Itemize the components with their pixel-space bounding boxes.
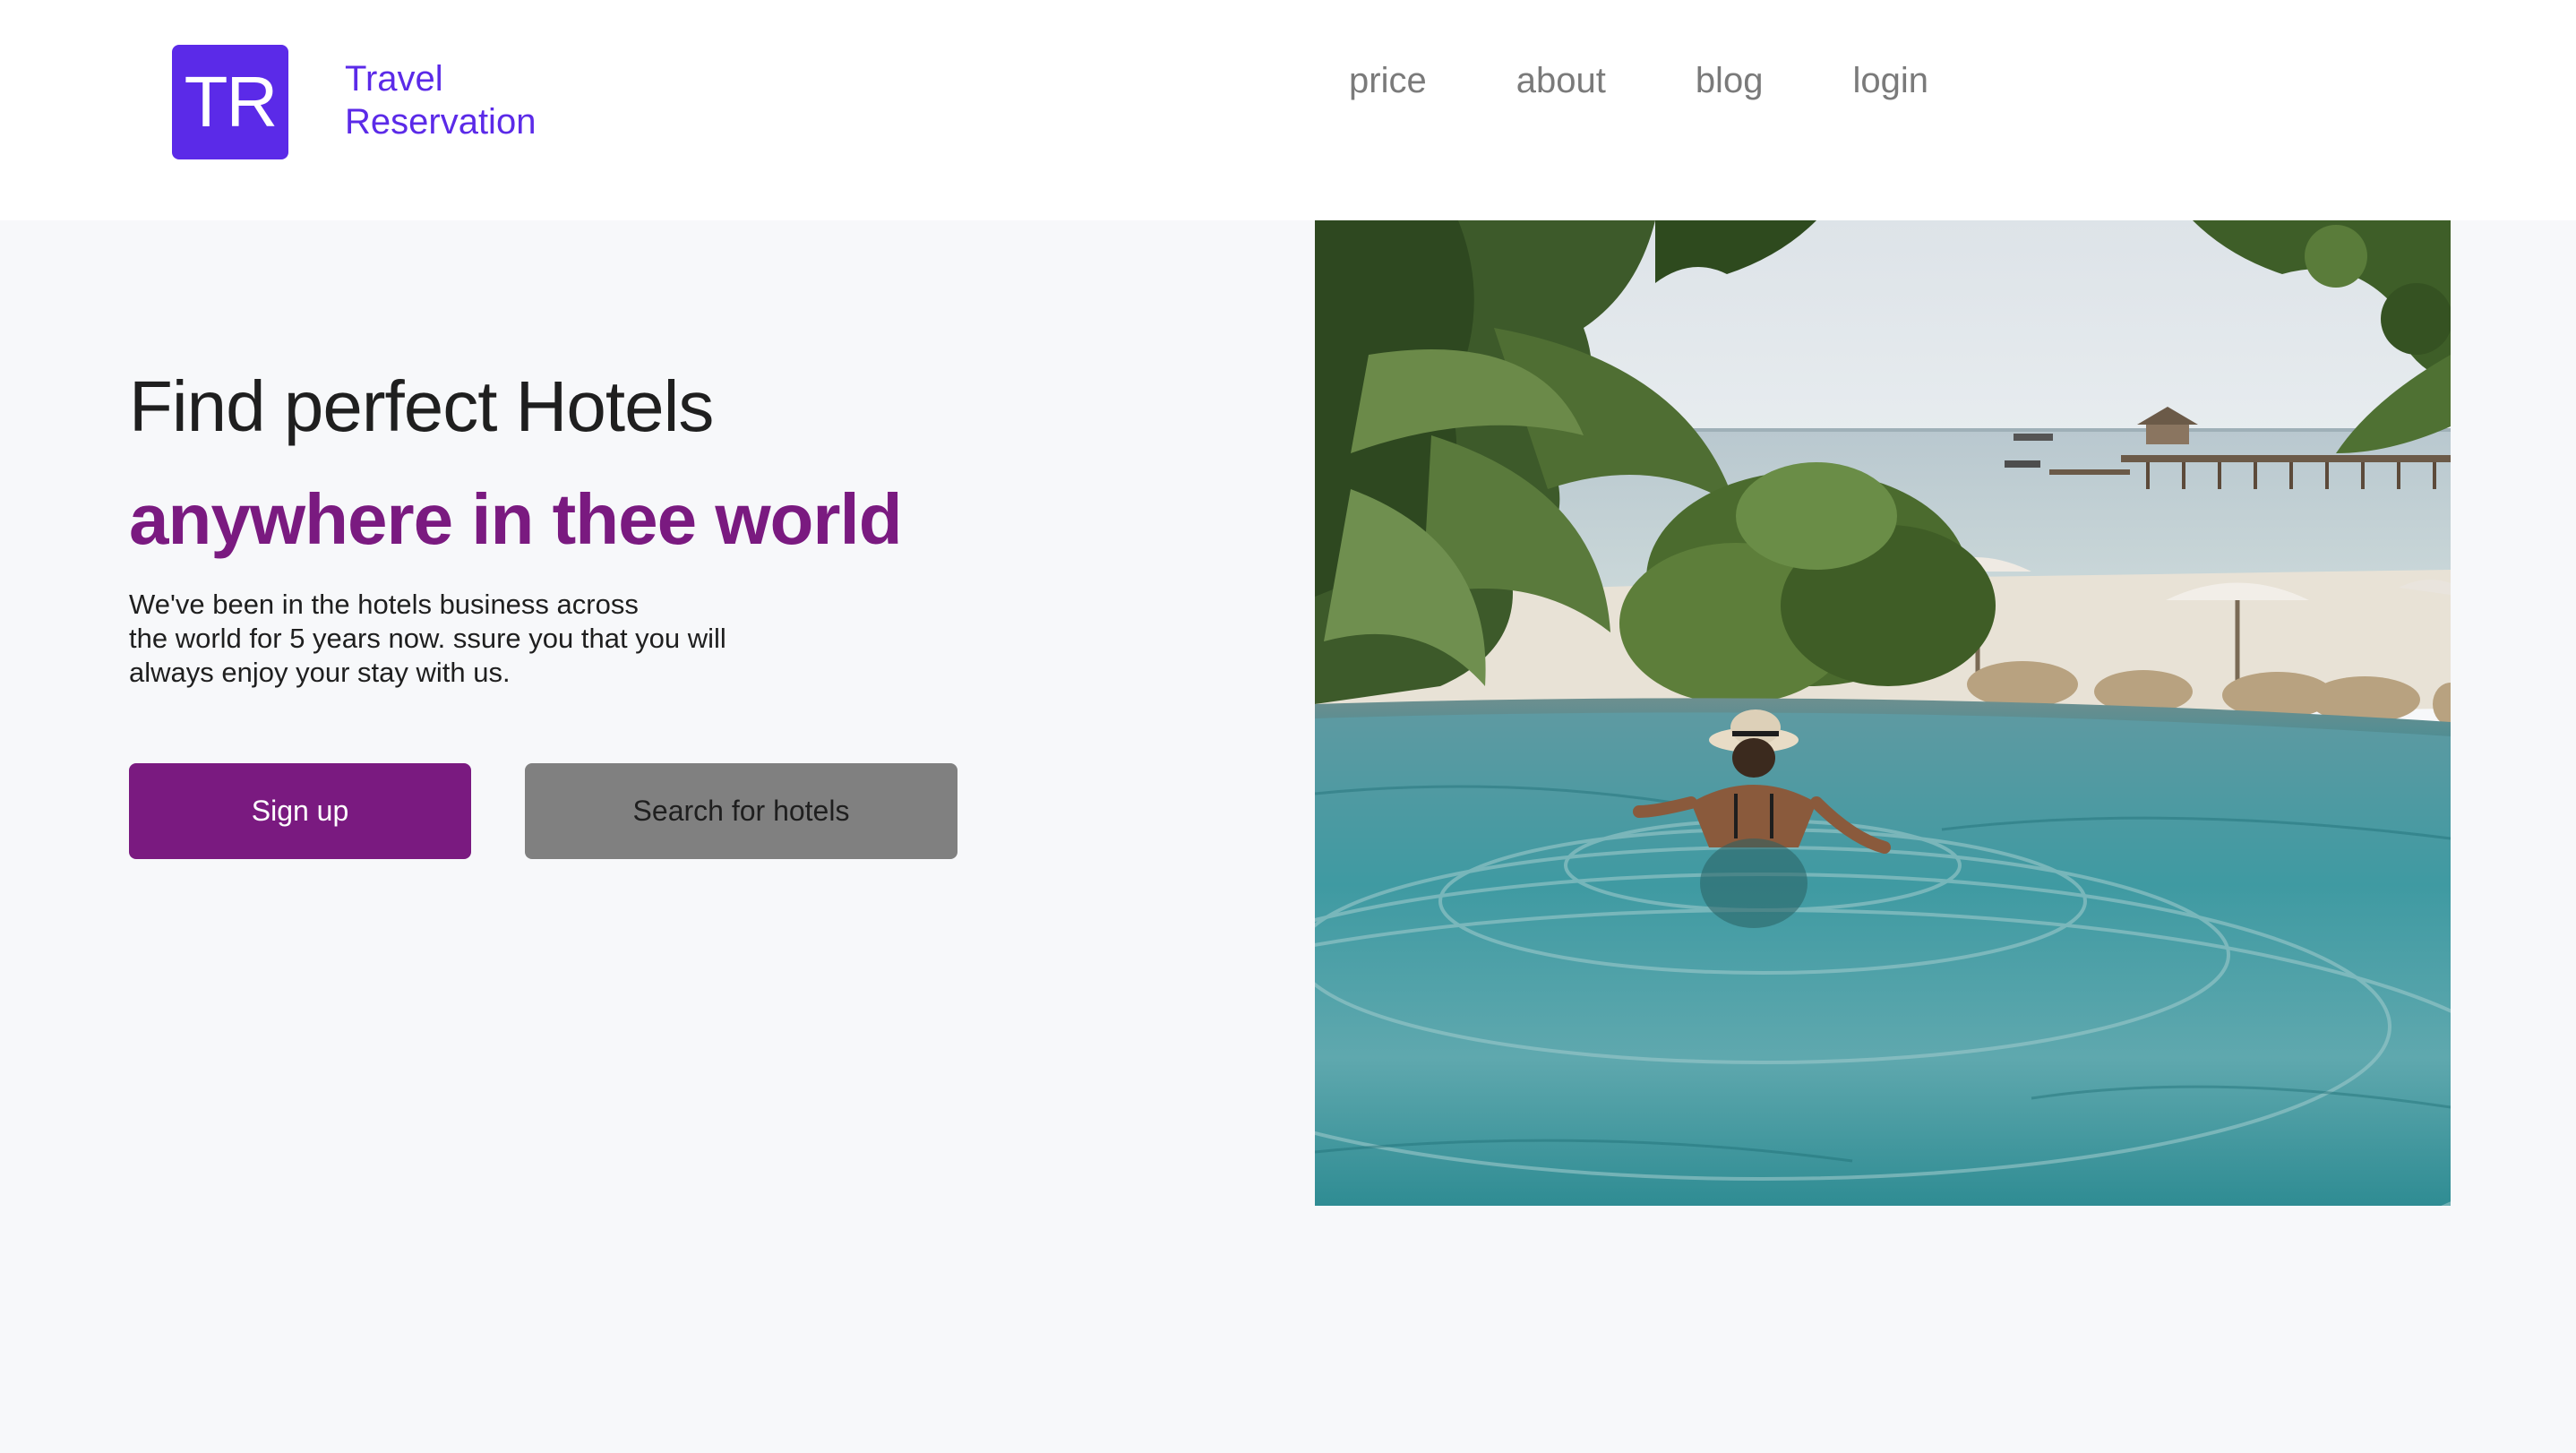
hero-title: Find perfect Hotels [129, 366, 714, 446]
brand-line-2: Reservation [345, 102, 537, 142]
brand-name[interactable]: Travel Reservation [345, 57, 536, 143]
nav-link-about[interactable]: about [1516, 57, 1606, 104]
hero-image [1315, 220, 2451, 1206]
signup-button[interactable]: Sign up [129, 763, 471, 859]
hero-description: We've been in the hotels business across… [129, 588, 810, 690]
search-hotels-button[interactable]: Search for hotels [525, 763, 957, 859]
hero-description-line: We've been in the hotels business across [129, 589, 639, 620]
nav-link-price[interactable]: price [1349, 57, 1427, 104]
hero-description-line: always enjoy your stay with us. [129, 657, 511, 688]
pool-photo-illustration [1315, 220, 2451, 1206]
logo[interactable]: TR [172, 45, 288, 159]
brand-line-1: Travel [345, 59, 443, 99]
hero-description-line: the world for 5 years now. ssure you tha… [129, 623, 726, 654]
main-nav: price about blog login [1349, 57, 1928, 104]
site-header: TR Travel Reservation price about blog l… [0, 0, 2576, 220]
nav-link-login[interactable]: login [1852, 57, 1928, 104]
logo-text: TR [184, 62, 279, 142]
hero-subtitle: anywhere in thee world [129, 479, 903, 559]
nav-link-blog[interactable]: blog [1696, 57, 1764, 104]
